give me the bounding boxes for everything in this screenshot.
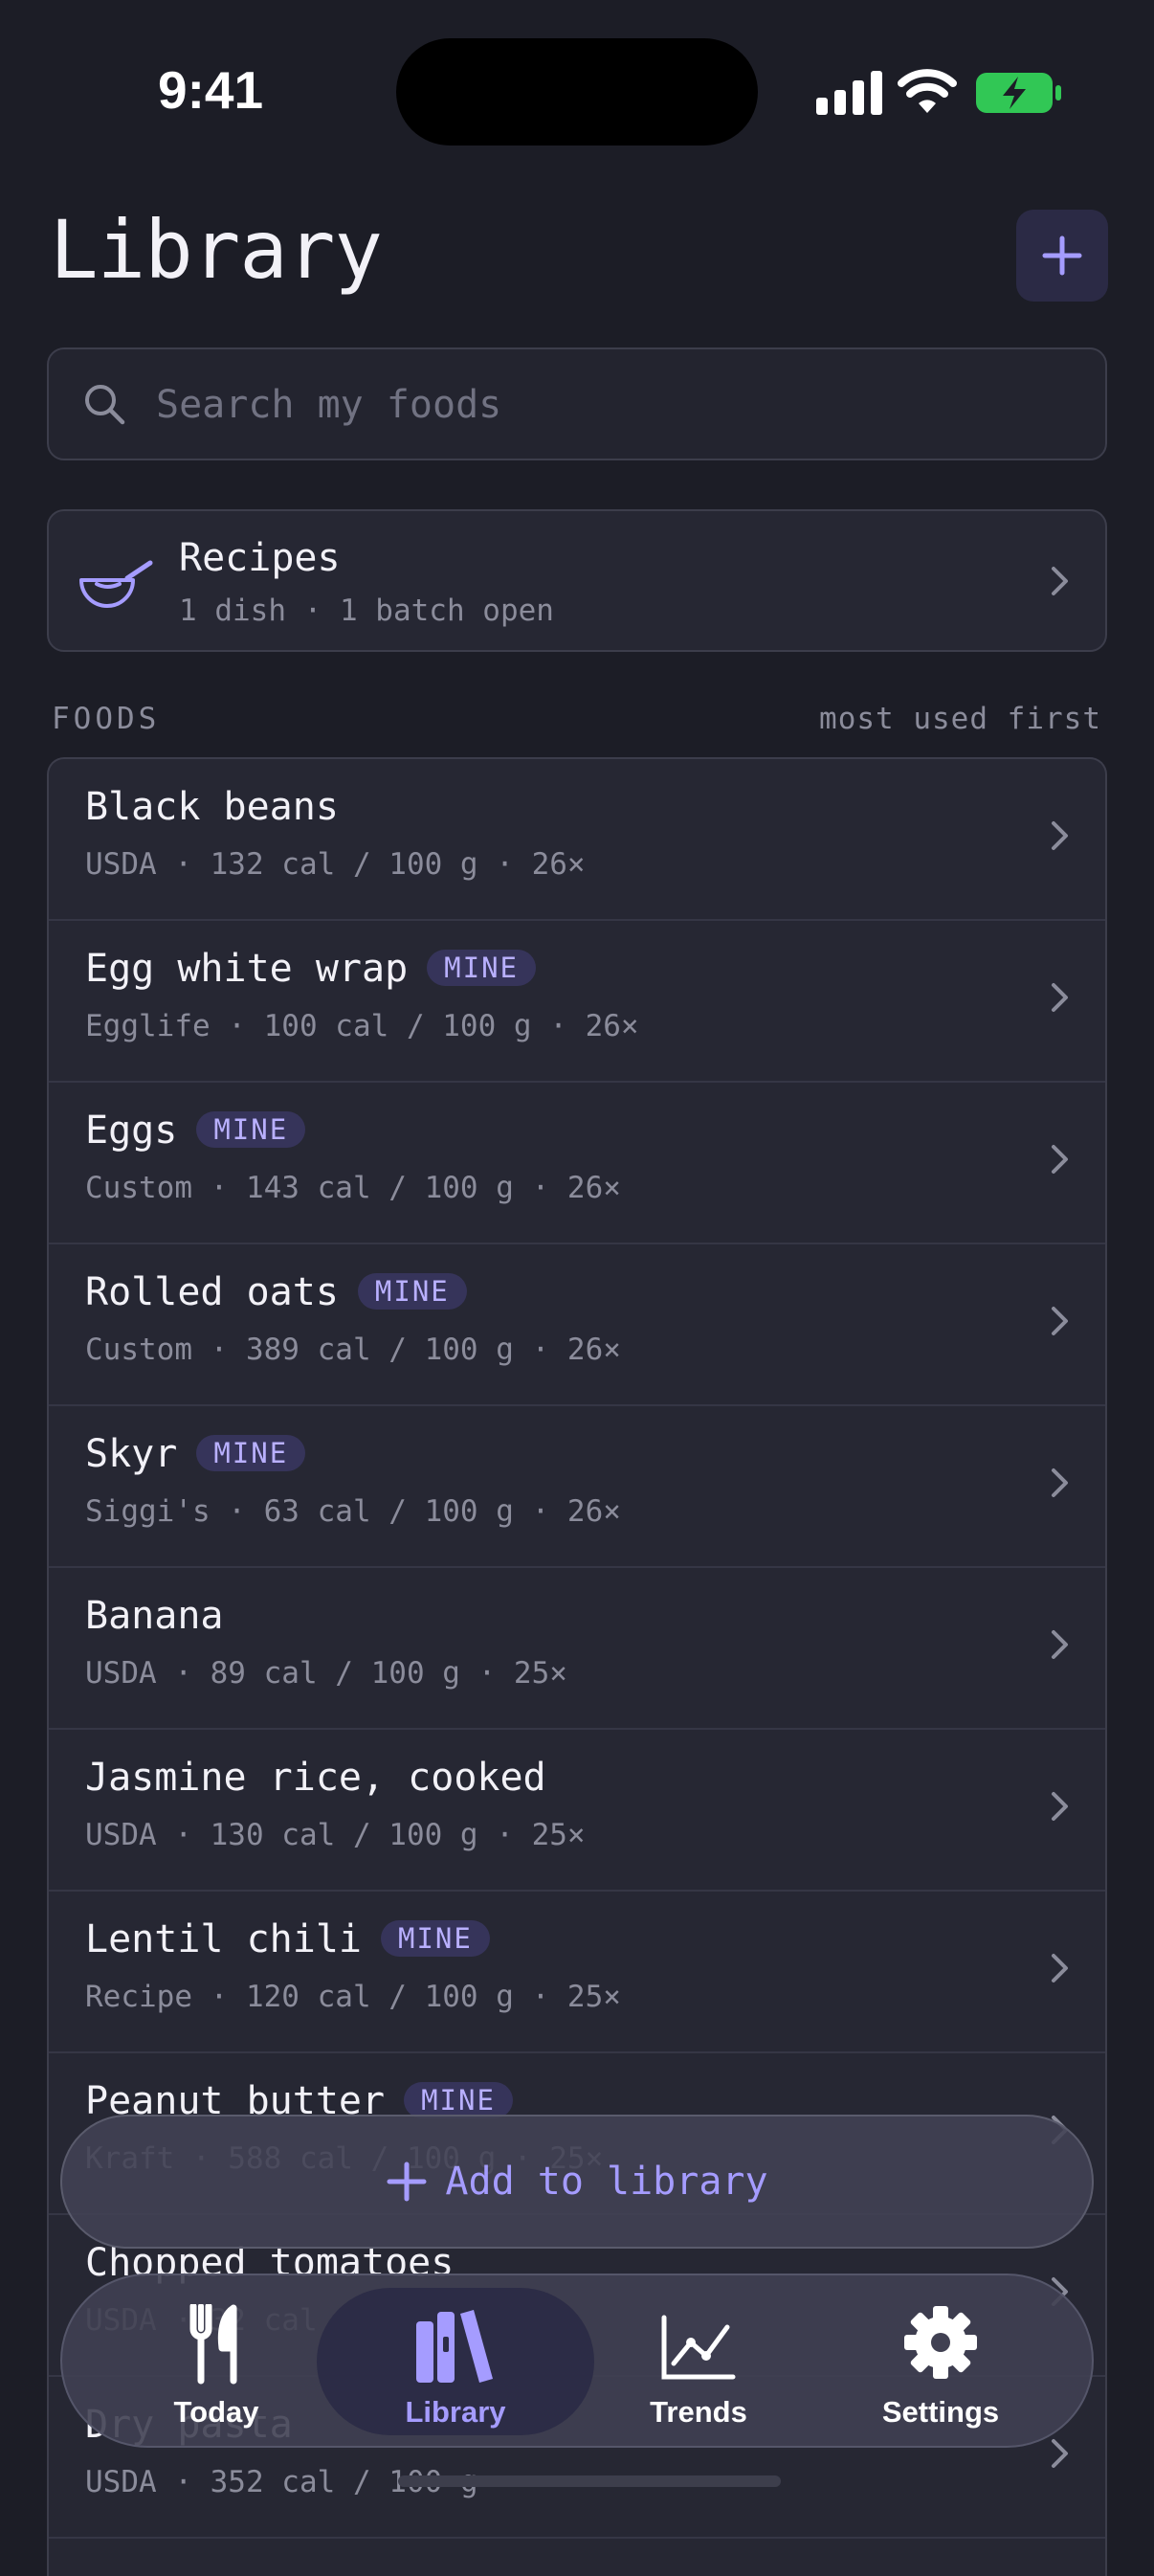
food-name: Lentil chili MINE xyxy=(85,1917,490,1961)
fork-knife-icon xyxy=(189,2304,237,2385)
chevron-right-icon xyxy=(1052,567,1068,595)
chevron-right-icon xyxy=(1052,1630,1068,1659)
row-divider xyxy=(49,2537,1105,2539)
food-meta: Siggi's · 63 cal / 100 g · 26× xyxy=(85,1494,621,1529)
food-name: Skyr MINE xyxy=(85,1432,306,1476)
food-name-text: Skyr xyxy=(85,1432,178,1476)
recipes-subtitle: 1 dish · 1 batch open xyxy=(179,594,554,628)
mine-badge: MINE xyxy=(196,1111,306,1148)
wifi-icon xyxy=(898,69,957,113)
mine-badge: MINE xyxy=(427,950,536,986)
food-meta: Egglife · 100 cal / 100 g · 26× xyxy=(85,1009,639,1043)
chevron-right-icon xyxy=(1052,1145,1068,1174)
tab-library[interactable]: Library xyxy=(341,2275,570,2446)
bowl-icon xyxy=(79,560,153,608)
mine-badge: MINE xyxy=(404,2082,513,2118)
chevron-right-icon xyxy=(1052,821,1068,850)
plus-icon xyxy=(387,2162,427,2202)
battery-charging-icon xyxy=(976,73,1061,113)
recipes-title: Recipes xyxy=(179,536,341,580)
foods-section-label: FOODS xyxy=(52,702,161,736)
recipes-card[interactable]: Recipes 1 dish · 1 batch open xyxy=(47,509,1107,652)
food-row[interactable]: Black beans USDA · 132 cal / 100 g · 26× xyxy=(49,759,1105,921)
gear-icon xyxy=(904,2306,977,2379)
food-name-text: Egg white wrap xyxy=(85,947,409,991)
home-indicator xyxy=(398,2475,781,2487)
chevron-right-icon xyxy=(1052,1792,1068,1821)
food-name-text: Black beans xyxy=(85,785,339,829)
food-row[interactable]: Banana USDA · 89 cal / 100 g · 25× xyxy=(49,1568,1105,1730)
food-name-text: Banana xyxy=(85,1594,224,1638)
food-name-text: Eggs xyxy=(85,1109,178,1153)
food-row[interactable]: Rolled oats MINE Custom · 389 cal / 100 g … xyxy=(49,1244,1105,1406)
food-row[interactable]: Eggs MINE Custom · 143 cal / 100 g · 26× xyxy=(49,1083,1105,1244)
chevron-right-icon xyxy=(1052,1954,1068,1982)
food-row[interactable]: Skyr MINE Siggi's · 63 cal / 100 g · 26× xyxy=(49,1406,1105,1568)
search-field[interactable] xyxy=(47,347,1107,460)
food-meta: USDA · 130 cal / 100 g · 25× xyxy=(85,1818,586,1852)
food-name-text: Lentil chili xyxy=(85,1917,362,1961)
food-row[interactable]: Jasmine rice, cooked USDA · 130 cal / 100… xyxy=(49,1730,1105,1892)
food-name: Black beans xyxy=(85,785,339,829)
tab-settings[interactable]: Settings xyxy=(826,2275,1055,2446)
tab-trends-label: Trends xyxy=(650,2395,747,2429)
add-to-library-button[interactable]: Add to library xyxy=(60,2115,1094,2249)
tab-bar: Today Library Trends Settings xyxy=(60,2274,1094,2448)
food-meta: USDA · 132 cal / 100 g · 26× xyxy=(85,847,586,882)
food-meta: Custom · 389 cal / 100 g · 26× xyxy=(85,1333,621,1367)
add-food-button[interactable] xyxy=(1016,210,1108,302)
food-meta: Recipe · 120 cal / 100 g · 25× xyxy=(85,1980,621,2014)
chevron-right-icon xyxy=(1052,1468,1068,1497)
mine-badge: MINE xyxy=(380,1920,490,1957)
food-name: Rolled oats MINE xyxy=(85,1270,467,1314)
books-icon xyxy=(416,2310,493,2383)
search-input[interactable] xyxy=(154,349,1076,460)
food-name: Jasmine rice, cooked xyxy=(85,1756,546,1800)
mine-badge: MINE xyxy=(357,1273,467,1310)
tab-today-label: Today xyxy=(173,2395,259,2429)
food-name: Egg white wrap MINE xyxy=(85,947,536,991)
foods-sort-label: most used first xyxy=(819,702,1101,736)
cellular-signal-icon xyxy=(816,71,882,115)
chevron-right-icon xyxy=(1052,1307,1068,1335)
status-time: 9:41 xyxy=(158,60,264,120)
food-name-text: Rolled oats xyxy=(85,1270,339,1314)
food-meta: Custom · 143 cal / 100 g · 26× xyxy=(85,1171,621,1205)
food-name: Banana xyxy=(85,1594,224,1638)
tab-library-label: Library xyxy=(405,2395,506,2429)
mine-badge: MINE xyxy=(196,1435,306,1471)
food-row[interactable]: Lentil chili MINE Recipe · 120 cal / 100 g… xyxy=(49,1892,1105,2053)
food-row[interactable]: Egg white wrap MINE Egglife · 100 cal / 10… xyxy=(49,921,1105,1083)
plus-icon xyxy=(1042,235,1082,276)
food-name-text: Jasmine rice, cooked xyxy=(85,1756,546,1800)
chart-line-icon xyxy=(661,2315,736,2380)
dynamic-island xyxy=(396,38,758,146)
tab-settings-label: Settings xyxy=(881,2395,1000,2429)
tab-today[interactable]: Today xyxy=(101,2275,331,2446)
chevron-right-icon xyxy=(1052,983,1068,1012)
page-title: Library xyxy=(50,203,383,297)
tab-trends[interactable]: Trends xyxy=(584,2275,813,2446)
search-icon xyxy=(85,385,125,425)
food-meta: USDA · 89 cal / 100 g · 25× xyxy=(85,1656,567,1691)
status-bar: 9:41 xyxy=(0,0,1154,182)
add-to-library-label: Add to library xyxy=(445,2160,768,2204)
food-name: Eggs MINE xyxy=(85,1109,306,1153)
